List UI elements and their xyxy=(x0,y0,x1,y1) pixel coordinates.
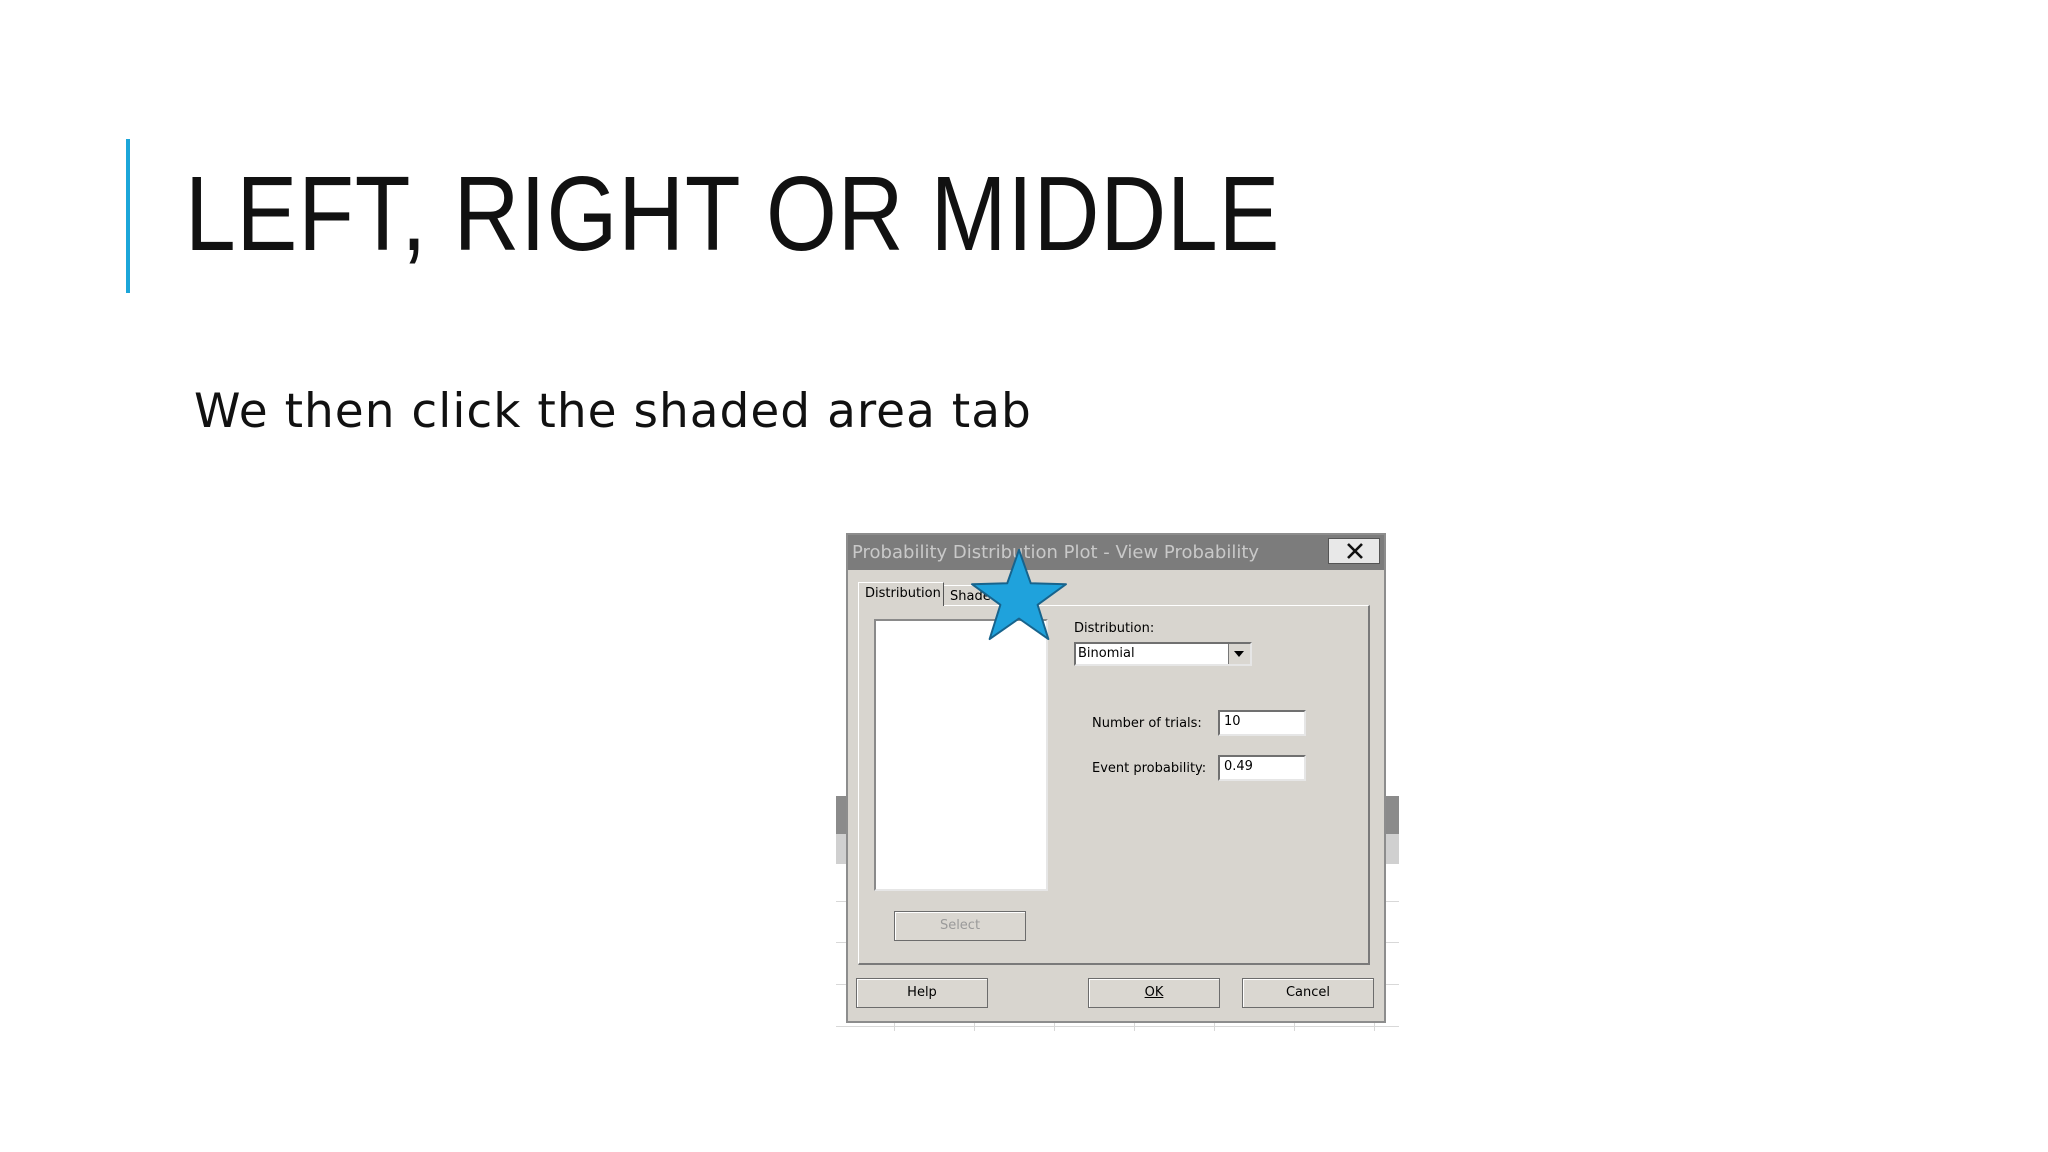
tab-distribution[interactable]: Distribution xyxy=(858,582,944,606)
event-probability-field[interactable]: 0.49 xyxy=(1218,755,1306,781)
ok-button[interactable]: OK xyxy=(1088,978,1220,1008)
distribution-label: Distribution: xyxy=(1074,621,1155,636)
help-button[interactable]: Help xyxy=(856,978,988,1008)
close-x-icon xyxy=(1347,543,1363,559)
slide-body-text: We then click the shaded area tab xyxy=(194,384,1032,439)
slide-title: LEFT, RIGHT OR MIDDLE xyxy=(185,155,1281,273)
chevron-down-icon xyxy=(1234,651,1244,657)
slide: LEFT, RIGHT OR MIDDLE We then click the … xyxy=(0,0,2048,1152)
number-of-trials-field[interactable]: 10 xyxy=(1218,710,1306,736)
close-button[interactable] xyxy=(1328,538,1380,564)
cancel-button[interactable]: Cancel xyxy=(1242,978,1374,1008)
grid-line xyxy=(836,1026,1399,1027)
title-accent-bar xyxy=(126,139,130,293)
dialog-titlebar[interactable]: Probability Distribution Plot - View Pro… xyxy=(848,535,1384,570)
probability-distribution-dialog: Probability Distribution Plot - View Pro… xyxy=(846,533,1386,1023)
distribution-value: Binomial xyxy=(1078,646,1135,661)
dropdown-arrow-button[interactable] xyxy=(1228,644,1250,664)
select-button[interactable]: Select xyxy=(894,911,1026,941)
event-probability-label: Event probability: xyxy=(1092,761,1207,776)
number-of-trials-label: Number of trials: xyxy=(1092,716,1202,731)
variable-list[interactable] xyxy=(874,619,1048,891)
distribution-dropdown[interactable]: Binomial xyxy=(1074,642,1252,666)
star-icon xyxy=(971,548,1067,641)
